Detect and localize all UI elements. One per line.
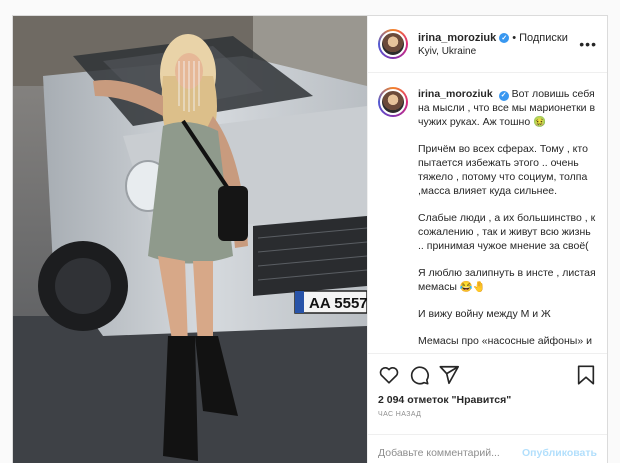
heart-icon[interactable] (378, 364, 400, 386)
post-header: irina_moroziuk ✓ • Подписки Kyiv, Ukrain… (368, 16, 607, 73)
caption-avatar[interactable] (378, 87, 408, 117)
verified-badge-icon: ✓ (498, 91, 509, 101)
post-actions: 2 094 отметок "Нравится" час назад (368, 353, 607, 418)
caption-paragraph: Мемасы про «насосные айфоны» и (418, 335, 592, 347)
post-caption: irina_moroziuk ✓ Вот ловишь себя на мысли… (368, 73, 607, 353)
publish-button[interactable]: Опубликовать (522, 447, 597, 459)
caption-paragraph: Слабые люди , а их большинство , к сожал… (418, 212, 596, 252)
separator-dot: • (512, 31, 517, 44)
author-avatar[interactable] (378, 29, 408, 59)
following-button[interactable]: Подписки (519, 32, 568, 44)
more-options-icon[interactable]: ••• (579, 36, 597, 52)
instagram-post: AA 5557 irina_moroziuk ✓ • Подписки Kyiv… (12, 15, 608, 463)
post-photo[interactable]: AA 5557 (13, 16, 367, 463)
caption-username[interactable]: irina_moroziuk (418, 88, 493, 100)
post-sidebar: irina_moroziuk ✓ • Подписки Kyiv, Ukrain… (367, 16, 607, 463)
caption-paragraph: irina_moroziuk ✓ Вот ловишь себя на мысли… (418, 87, 597, 129)
author-username[interactable]: irina_moroziuk (418, 32, 496, 44)
likes-count[interactable]: 2 094 отметок "Нравится" (368, 390, 607, 406)
action-icons (368, 354, 607, 390)
comment-box: Опубликовать (368, 434, 607, 463)
caption-text: irina_moroziuk ✓ Вот ловишь себя на мысли… (418, 87, 597, 353)
comment-icon[interactable] (408, 364, 430, 386)
likes-label: отметок "Нравится" (407, 394, 512, 406)
caption-paragraph: Я люблю залипнуть в инсте , листая мемас… (418, 267, 596, 293)
post-timestamp[interactable]: час назад (368, 406, 607, 418)
share-icon[interactable] (438, 364, 460, 386)
caption-paragraph: Причём во всех сферах. Тому , кто пытает… (418, 143, 588, 197)
author-info: irina_moroziuk ✓ • Подписки Kyiv, Ukrain… (418, 32, 573, 57)
likes-number: 2 094 (378, 394, 405, 406)
caption-paragraph: И вижу войну между М и Ж (418, 308, 551, 320)
bookmark-icon[interactable] (575, 364, 597, 386)
license-plate-text: AA 5557 (309, 295, 367, 312)
photo-illustration: AA 5557 (13, 16, 367, 463)
verified-badge-icon: ✓ (499, 32, 510, 43)
post-location[interactable]: Kyiv, Ukraine (418, 46, 573, 57)
comment-input[interactable] (378, 446, 523, 459)
